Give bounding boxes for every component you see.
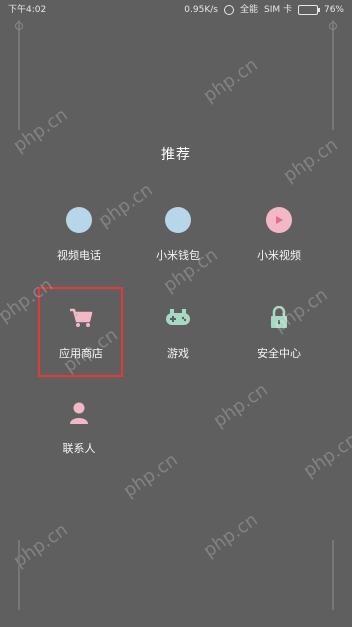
gamepad-icon	[163, 303, 193, 333]
grid-item-video-call[interactable]: 视频电话	[34, 205, 124, 275]
grid-item-label: 小米钱包	[156, 249, 200, 262]
play-icon	[264, 205, 294, 235]
grid-item-security[interactable]: 安全中心	[234, 303, 324, 373]
right-edge-dot	[329, 22, 337, 30]
grid-item-games[interactable]: 游戏	[133, 303, 223, 373]
status-extra: 全能	[239, 5, 258, 15]
status-bar: 下午4:02 0.95K/s 全能 SIM 卡 76%	[0, 0, 352, 20]
grid-item-label: 安全中心	[257, 347, 301, 360]
watermark: php.cn	[209, 379, 272, 432]
wifi-icon	[223, 5, 234, 15]
status-icons: 0.95K/s 全能 SIM 卡 76%	[184, 0, 344, 20]
person-icon	[64, 398, 94, 428]
grid-item-label: 应用商店	[59, 347, 103, 360]
watermark: php.cn	[119, 449, 182, 502]
watermark: php.cn	[199, 54, 262, 107]
section-title: 推荐	[161, 147, 191, 163]
left-edge-line-bottom	[18, 540, 20, 610]
grid-item-video[interactable]: 小米视频	[234, 205, 324, 275]
grid-item-contacts[interactable]: 联系人	[34, 398, 124, 468]
wallet-icon	[163, 205, 193, 235]
lock-icon	[264, 303, 294, 333]
grid-item-label: 小米视频	[257, 249, 301, 262]
left-edge-line	[18, 20, 20, 130]
battery-icon	[297, 5, 320, 15]
carrier-label: SIM 卡	[263, 5, 292, 15]
video-call-icon	[64, 205, 94, 235]
grid-item-label: 游戏	[167, 347, 189, 360]
grid-item-label: 视频电话	[57, 249, 101, 262]
left-edge-dot	[15, 22, 23, 30]
watermark: php.cn	[199, 509, 262, 562]
grid-item-wallet[interactable]: 小米钱包	[133, 205, 223, 275]
battery-percent: 76%	[323, 5, 344, 15]
right-edge-line-bottom	[332, 540, 334, 610]
watermark: php.cn	[299, 429, 352, 482]
right-edge-line	[332, 20, 334, 130]
grid-item-app-store[interactable]: 应用商店	[36, 303, 126, 373]
cart-icon	[66, 303, 96, 333]
status-time: 下午4:02	[8, 5, 47, 15]
network-speed: 0.95K/s	[184, 5, 218, 15]
grid-item-label: 联系人	[62, 442, 96, 455]
